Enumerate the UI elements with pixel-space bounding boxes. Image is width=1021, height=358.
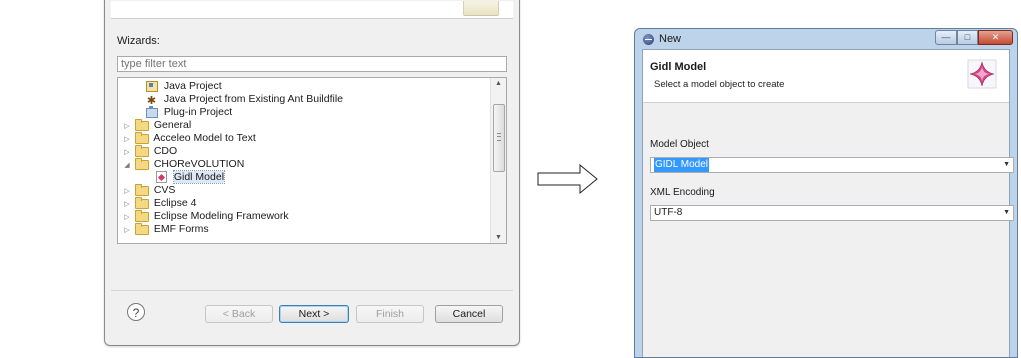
xml-encoding-value: UTF-8 — [654, 207, 683, 218]
open-folder-icon — [134, 158, 149, 170]
tree-item-label: Eclipse Modeling Framework — [153, 210, 289, 222]
help-icon[interactable]: ? — [127, 303, 145, 321]
tree-item-label: CDO — [153, 145, 178, 157]
java-project-icon — [145, 80, 158, 92]
window-titlebar[interactable]: New — □ ✕ — [635, 29, 1017, 49]
tree-folder-acceleo[interactable]: ▷ Acceleo Model to Text — [122, 132, 256, 145]
window-title: New — [659, 33, 682, 45]
dropdown-arrow-icon[interactable]: ▼ — [1003, 158, 1010, 172]
wizard-page-title: Gidl Model — [650, 61, 707, 73]
tree-item-label: Gidl Model — [172, 170, 226, 184]
tree-folder-general[interactable]: ▷ General — [122, 119, 191, 132]
tree-item-label: Acceleo Model to Text — [153, 132, 256, 144]
tree-item-label: CVS — [153, 184, 176, 196]
back-button[interactable]: < Back — [205, 305, 273, 323]
maximize-icon[interactable]: □ — [957, 30, 978, 45]
tree-folder-chorevolution[interactable]: ◢ CHOReVOLUTION — [122, 158, 244, 171]
tree-folder-emf[interactable]: ▷ Eclipse Modeling Framework — [122, 210, 289, 223]
new-model-window: New — □ ✕ Gidl Model Select a model obje… — [634, 28, 1018, 358]
tree-item-label: CHOReVOLUTION — [153, 158, 245, 170]
wizards-label: Wizards: — [117, 35, 160, 47]
collapse-arrow-icon[interactable]: ◢ — [122, 159, 132, 172]
folder-icon — [134, 132, 149, 144]
tree-scrollbar[interactable]: ▲ ▼ — [490, 78, 506, 243]
next-button[interactable]: Next > — [279, 305, 349, 323]
folder-icon — [134, 197, 149, 209]
folder-icon — [134, 223, 149, 235]
dropdown-arrow-icon[interactable]: ▼ — [1003, 206, 1010, 220]
tree-item-gidl-model[interactable]: Gidl Model — [142, 170, 226, 184]
wizard-header: Gidl Model Select a model object to crea… — [643, 50, 1009, 103]
eclipse-icon — [643, 34, 654, 45]
expand-arrow-icon[interactable]: ▷ — [122, 224, 132, 237]
finish-button[interactable]: Finish — [356, 305, 424, 323]
tree-folder-eclipse4[interactable]: ▷ Eclipse 4 — [122, 197, 196, 210]
xml-encoding-select[interactable]: UTF-8 ▼ — [650, 205, 1014, 221]
wizard-page-description: Select a model object to create — [654, 79, 785, 90]
wizard-banner — [111, 1, 513, 19]
xml-encoding-label: XML Encoding — [650, 187, 715, 198]
folder-icon — [134, 210, 149, 222]
tree-item-label: Plug-in Project — [163, 106, 233, 118]
wizard-button-bar: ? < Back Next > Finish Cancel — [111, 290, 513, 339]
model-object-value: GIDL Model — [654, 158, 709, 172]
tree-item-label: EMF Forms — [153, 223, 209, 235]
tree-item-java-project-ant[interactable]: ✱ Java Project from Existing Ant Buildfi… — [132, 93, 344, 107]
window-client-area: Gidl Model Select a model object to crea… — [642, 49, 1014, 357]
right-arrow-icon — [537, 164, 598, 194]
minimize-icon[interactable]: — — [935, 30, 957, 45]
cancel-button[interactable]: Cancel — [435, 305, 503, 323]
folder-icon — [134, 119, 149, 131]
gidl-model-icon — [155, 171, 168, 183]
close-icon[interactable]: ✕ — [978, 30, 1013, 45]
folder-icon — [134, 184, 149, 196]
wizard-filter-input[interactable] — [117, 56, 507, 72]
tree-item-plugin-project[interactable]: Plug-in Project — [132, 106, 232, 119]
model-object-select[interactable]: GIDL Model ▼ — [650, 157, 1014, 173]
tree-item-label: Java Project from Existing Ant Buildfile — [163, 93, 344, 105]
tree-item-label: Eclipse 4 — [153, 197, 197, 209]
model-star-icon — [967, 59, 997, 89]
tree-folder-cvs[interactable]: ▷ CVS — [122, 184, 175, 197]
grip-icon — [497, 133, 501, 141]
tree-item-label: General — [153, 119, 192, 131]
scrollbar-thumb[interactable] — [493, 104, 505, 172]
wizard-banner-image — [463, 1, 499, 16]
tree-folder-cdo[interactable]: ▷ CDO — [122, 145, 177, 158]
wizard-selection-dialog: Wizards: Java Project ✱ Java Project fro… — [104, 0, 520, 346]
tree-folder-emf-forms[interactable]: ▷ EMF Forms — [122, 223, 209, 236]
tree-item-label: Java Project — [163, 80, 222, 92]
plugin-project-icon — [145, 106, 158, 118]
scroll-up-arrow-icon[interactable]: ▲ — [491, 80, 506, 87]
tree-item-java-project[interactable]: Java Project — [132, 80, 222, 93]
wizard-dialog-body: Wizards: Java Project ✱ Java Project fro… — [111, 1, 513, 339]
scroll-down-arrow-icon[interactable]: ▼ — [491, 234, 506, 241]
model-object-label: Model Object — [650, 139, 709, 150]
folder-icon — [134, 145, 149, 157]
wizard-tree[interactable]: Java Project ✱ Java Project from Existin… — [117, 77, 507, 244]
